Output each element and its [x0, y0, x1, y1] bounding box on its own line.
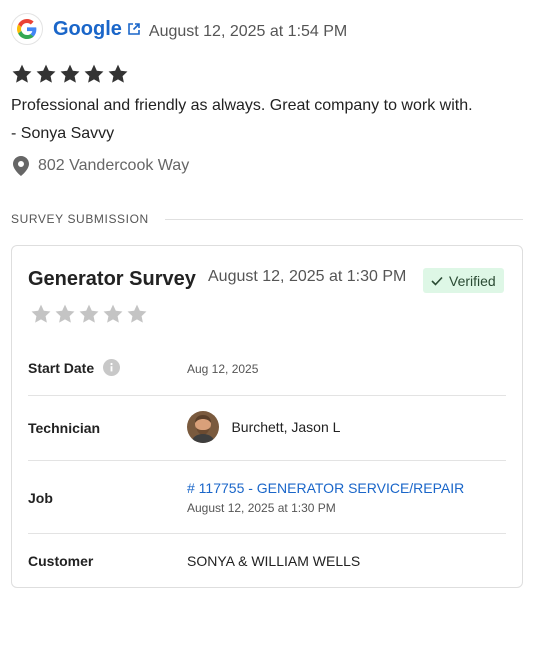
google-review-link[interactable]: Google [53, 18, 141, 41]
survey-card: Generator Survey August 12, 2025 at 1:30… [11, 245, 523, 588]
section-label: SURVEY SUBMISSION [11, 212, 149, 226]
review-location: 802 Vandercook Way [13, 156, 189, 176]
technician-value: Burchett, Jason L [187, 411, 340, 443]
customer-label: Customer [28, 553, 94, 569]
star-icon[interactable] [78, 303, 100, 325]
job-date: August 12, 2025 at 1:30 PM [187, 501, 336, 515]
location-text: 802 Vandercook Way [38, 157, 190, 174]
divider-line [164, 218, 523, 220]
review-source-label[interactable]: Google [53, 18, 122, 41]
row-divider [28, 533, 506, 534]
job-value: # 117755 - GENERATOR SERVICE/REPAIR Augu… [187, 480, 464, 515]
google-logo-icon [11, 13, 43, 45]
survey-section-divider: SURVEY SUBMISSION [11, 212, 523, 226]
star-icon [84, 64, 104, 83]
star-icon[interactable] [54, 303, 76, 325]
star-icon [12, 64, 32, 83]
start-date-label: Start Date [28, 359, 95, 376]
star-icon [60, 64, 80, 83]
technician-row: Technician Burchett, Jason L [28, 411, 506, 445]
technician-name: Burchett, Jason L [231, 419, 341, 435]
star-icon [36, 64, 56, 83]
review-text: Professional and friendly as always. Gre… [11, 97, 473, 114]
review-date: August 12, 2025 at 1:54 PM [148, 23, 348, 40]
job-label: Job [28, 490, 53, 506]
job-link[interactable]: # 117755 - GENERATOR SERVICE/REPAIR [187, 480, 464, 496]
start-date-row: Start Date Aug 12, 2025 [28, 359, 506, 379]
star-icon[interactable] [126, 303, 148, 325]
technician-avatar [187, 411, 219, 443]
technician-label: Technician [28, 420, 101, 436]
star-icon[interactable] [102, 303, 124, 325]
survey-star-rating[interactable] [30, 303, 148, 325]
external-link-icon[interactable] [127, 22, 141, 36]
star-icon[interactable] [30, 303, 52, 325]
verified-badge: Verified [423, 268, 504, 293]
customer-row: Customer SONYA & WILLIAM WELLS [28, 552, 506, 572]
start-date-value: Aug 12, 2025 [187, 362, 259, 376]
review-star-rating [11, 63, 129, 85]
check-icon [431, 276, 443, 286]
review-header: Google August 12, 2025 at 1:54 PM [11, 13, 347, 45]
survey-title: Generator Survey [28, 268, 196, 290]
row-divider [28, 395, 506, 396]
review-author: - Sonya Savvy [11, 125, 115, 142]
job-row: Job # 117755 - GENERATOR SERVICE/REPAIR … [28, 480, 506, 520]
survey-date: August 12, 2025 at 1:30 PM [208, 268, 407, 285]
customer-value: SONYA & WILLIAM WELLS [187, 553, 361, 569]
star-icon [108, 64, 128, 83]
info-icon[interactable] [103, 359, 121, 376]
start-date-label-wrap: Start Date [28, 359, 121, 376]
row-divider [28, 460, 506, 461]
verified-label: Verified [449, 272, 496, 289]
map-pin-icon [13, 156, 29, 176]
